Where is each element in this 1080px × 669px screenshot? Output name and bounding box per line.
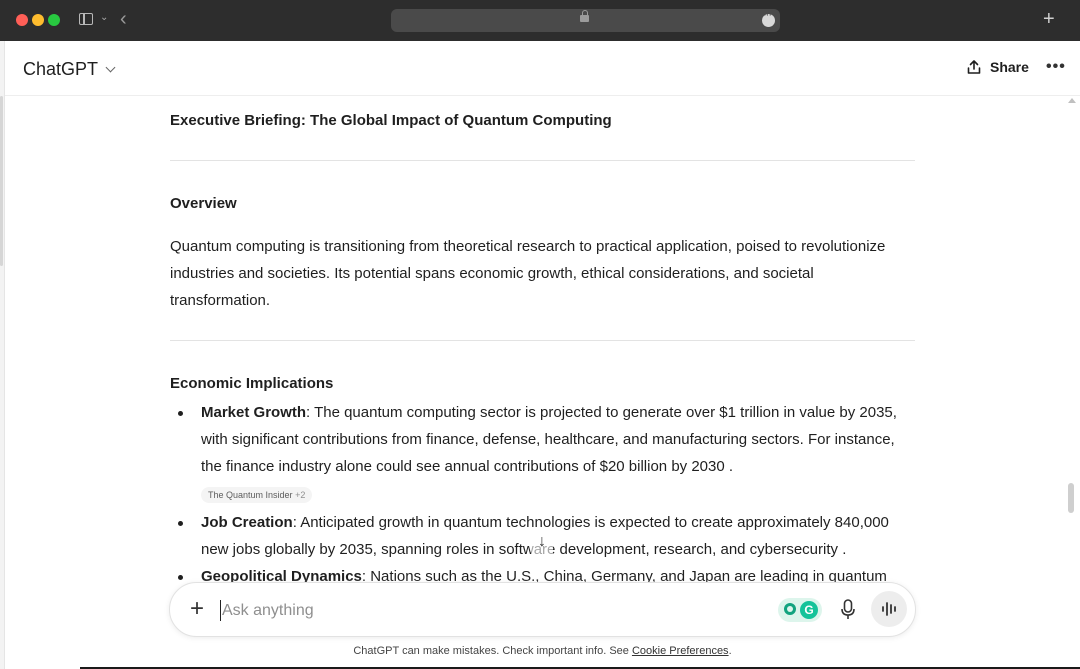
message-title: Executive Briefing: The Global Impact of… bbox=[170, 112, 612, 129]
waveform-icon bbox=[882, 602, 896, 616]
composer: + G bbox=[169, 582, 916, 637]
model-selector[interactable]: ChatGPT bbox=[23, 59, 116, 80]
grammarly-icon: G bbox=[800, 601, 818, 619]
scroll-up-arrow-icon[interactable] bbox=[1068, 98, 1076, 103]
overview-paragraph: Quantum computing is transitioning from … bbox=[170, 238, 886, 309]
text-caret bbox=[220, 600, 221, 621]
page: ChatGPT Share ••• Executive Briefing: Th… bbox=[0, 41, 1080, 669]
divider bbox=[170, 160, 915, 161]
lightbulb-icon bbox=[784, 603, 796, 615]
list-item: Market Growth: The quantum computing sec… bbox=[170, 399, 915, 480]
minimize-window-button[interactable] bbox=[32, 14, 44, 26]
app-title: ChatGPT bbox=[23, 59, 99, 79]
section-heading-overview: Overview bbox=[170, 195, 237, 212]
cookie-preferences-link[interactable]: Cookie Preferences bbox=[632, 645, 729, 657]
bullet-label: Market Growth bbox=[201, 404, 307, 421]
scroll-down-icon[interactable]: ↓ bbox=[531, 530, 553, 556]
divider bbox=[170, 340, 915, 341]
citation-source: The Quantum Insider bbox=[208, 490, 293, 500]
chevron-down-icon[interactable]: ⌄ bbox=[100, 12, 108, 23]
close-window-button[interactable] bbox=[16, 14, 28, 26]
more-options-button[interactable]: ••• bbox=[1046, 58, 1066, 76]
voice-mode-button[interactable] bbox=[871, 591, 907, 627]
bullet-label: Job Creation bbox=[201, 514, 293, 531]
prompt-input[interactable] bbox=[222, 601, 762, 621]
attach-button[interactable]: + bbox=[190, 596, 204, 622]
microphone-icon[interactable] bbox=[840, 598, 856, 622]
bullet-text: : The quantum computing sector is projec… bbox=[201, 404, 897, 475]
chat-header: ChatGPT Share ••• bbox=[5, 41, 1080, 96]
sidebar-icon[interactable] bbox=[79, 13, 93, 25]
back-icon[interactable]: ‹ bbox=[120, 7, 127, 31]
share-label: Share bbox=[990, 59, 1029, 75]
address-bar[interactable] bbox=[391, 9, 780, 32]
disclaimer-text: ChatGPT can make mistakes. Check importa… bbox=[353, 645, 632, 657]
share-button[interactable]: Share bbox=[966, 59, 1029, 75]
scrollbar-thumb[interactable] bbox=[1068, 483, 1074, 513]
lock-icon bbox=[580, 10, 589, 22]
chevron-down-icon bbox=[105, 62, 116, 73]
bullet-list: Market Growth: The quantum computing sec… bbox=[170, 399, 915, 590]
more-icon[interactable] bbox=[762, 9, 775, 27]
maximize-window-button[interactable] bbox=[48, 14, 60, 26]
section-heading-economic: Economic Implications bbox=[170, 375, 334, 392]
share-icon bbox=[967, 60, 981, 74]
citation-chip[interactable]: The Quantum Insider +2 bbox=[201, 487, 313, 503]
disclaimer: ChatGPT can make mistakes. Check importa… bbox=[5, 645, 1080, 657]
browser-toolbar: ⌄ ‹ + bbox=[0, 0, 1080, 41]
left-scrollbar-thumb[interactable] bbox=[0, 96, 3, 266]
grammarly-widget[interactable]: G bbox=[778, 598, 822, 622]
citation-extra: +2 bbox=[295, 490, 306, 500]
new-tab-button[interactable]: + bbox=[1043, 6, 1055, 32]
disclaimer-period: . bbox=[728, 645, 732, 657]
